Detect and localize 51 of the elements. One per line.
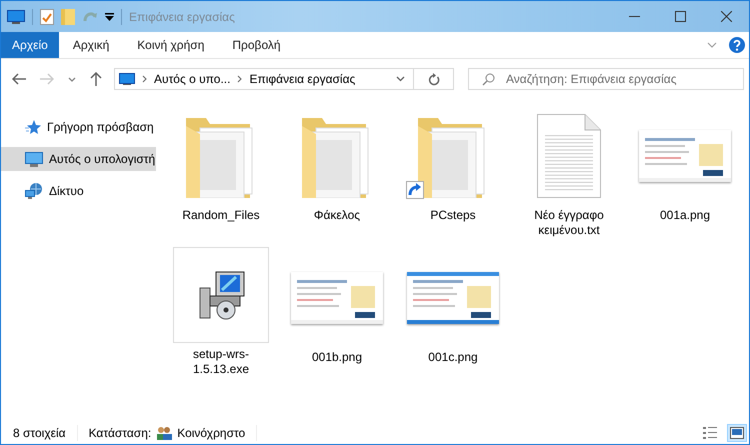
file-tab[interactable]: Αρχείο <box>1 32 59 58</box>
computer-icon[interactable] <box>7 10 25 24</box>
file-name: PCsteps <box>429 208 477 223</box>
properties-icon[interactable] <box>40 8 54 24</box>
sidebar-item[interactable]: Δίκτυο <box>1 179 156 203</box>
file-item[interactable]: Φάκελος <box>287 105 387 247</box>
file-name: 001a.png <box>658 208 712 223</box>
computer-icon <box>25 152 43 166</box>
expand-ribbon-icon[interactable] <box>707 42 717 48</box>
users-icon <box>156 426 172 440</box>
refresh-button[interactable] <box>414 68 454 90</box>
file-name: Random_Files <box>181 208 261 223</box>
search-field[interactable]: Αναζήτηση: Επιφάνεια εργασίας <box>468 68 744 90</box>
refresh-icon <box>428 72 440 86</box>
chevron-icon[interactable] <box>237 75 242 83</box>
computer-icon <box>119 73 135 85</box>
chevron-icon[interactable] <box>142 75 147 83</box>
breadcrumb[interactable]: Αυτός ο υπο... <box>154 72 230 86</box>
sidebar-item[interactable]: Γρήγορη πρόσβαση <box>1 115 156 139</box>
file-item[interactable]: 001b.png <box>287 247 387 389</box>
large-icons-view-button[interactable] <box>727 424 747 442</box>
status-label: Κατάσταση: <box>88 426 152 440</box>
file-name: 001b.png <box>310 350 364 365</box>
file-item[interactable]: 001a.png <box>635 105 735 247</box>
star-icon <box>25 119 41 135</box>
file-name: setup-wrs-1.5.13.exe <box>192 347 250 377</box>
file-name: Φάκελος <box>312 208 362 223</box>
file-item[interactable]: Random_Files <box>171 105 271 247</box>
network-icon <box>25 183 43 199</box>
dropdown-icon[interactable] <box>396 76 405 82</box>
item-count: 8 στοιχεία <box>13 426 66 440</box>
file-name: 001c.png <box>427 350 479 365</box>
file-item[interactable]: Νέο έγγραφο κειμένου.txt <box>519 105 619 247</box>
close-icon <box>720 11 732 22</box>
file-item[interactable]: 001c.png <box>403 247 503 389</box>
sidebar-item[interactable]: Αυτός ο υπολογιστή <box>1 147 156 171</box>
search-icon <box>482 73 495 86</box>
text-document-icon <box>537 114 601 198</box>
status-value: Κοινόχρηστο <box>177 426 246 440</box>
recent-locations-icon[interactable] <box>68 76 76 82</box>
details-view-button[interactable] <box>700 424 720 442</box>
help-icon[interactable] <box>729 37 745 53</box>
window-title: Επιφάνεια εργασίας <box>129 10 235 24</box>
dropdown-icon[interactable] <box>105 12 114 20</box>
maximize-icon <box>674 11 686 22</box>
file-name: Νέο έγγραφο κειμένου.txt <box>533 208 605 238</box>
back-icon[interactable] <box>12 73 26 85</box>
up-icon[interactable] <box>90 72 102 86</box>
breadcrumb[interactable]: Επιφάνεια εργασίας <box>249 72 356 86</box>
address-bar[interactable]: Αυτός ο υπο... Επιφάνεια εργασίας <box>114 68 414 90</box>
file-item[interactable]: PCsteps <box>403 105 503 247</box>
